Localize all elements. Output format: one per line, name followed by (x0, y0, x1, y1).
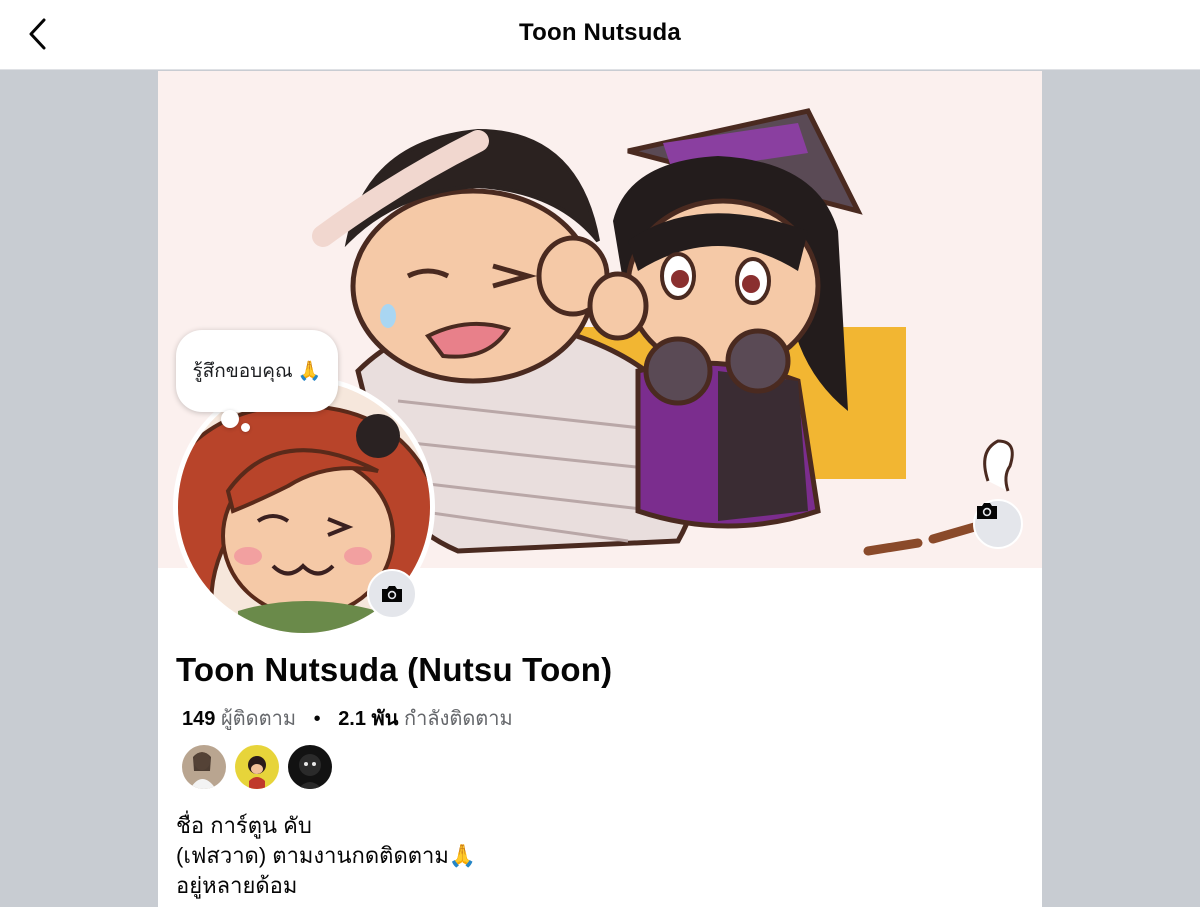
thought-bubble-dot (221, 410, 239, 428)
stats-separator: • (313, 708, 321, 730)
friend-avatar-3[interactable] (286, 743, 334, 791)
profile-name: Toon Nutsuda (Nutsu Toon) (176, 651, 613, 688)
top-navigation-bar: Toon Nutsuda (0, 0, 1200, 70)
following-label: กำลังติดตาม (403, 708, 513, 730)
cover-camera-button[interactable] (973, 499, 1023, 549)
page-title: Toon Nutsuda (519, 19, 681, 46)
thought-bubble-text: รู้สึกขอบคุณ 🙏 (192, 361, 322, 382)
bio-line: ชื่อ การ์ตูน คับ (176, 813, 312, 838)
thought-bubble-dot (241, 423, 250, 432)
bio-line: อยู่หลายด้อม (176, 873, 298, 898)
bio-line: (เฟสวาด) ตามงานกดติดตาม🙏 (176, 843, 477, 868)
following-count: 2.1 พัน (338, 708, 399, 730)
avatar-camera-button[interactable] (367, 569, 417, 619)
friend-avatar-2[interactable] (233, 743, 281, 791)
profile-page: รู้สึกขอบคุณ 🙏 Toon Nutsuda (Nutsu Toon)… (158, 71, 1042, 907)
profile-bio: ชื่อ การ์ตูน คับ (เฟสวาด) ตามงานกดติดตาม… (176, 811, 476, 901)
followers-count: 149 (182, 708, 216, 730)
camera-icon (382, 586, 402, 602)
mutual-friends-row (180, 743, 334, 791)
thought-bubble-status[interactable]: รู้สึกขอบคุณ 🙏 (176, 330, 338, 412)
followers-link[interactable]: 149 ผู้ติดตาม (182, 708, 302, 730)
follow-stats: 149 ผู้ติดตาม • 2.1 พัน กำลังติดตาม (182, 702, 513, 734)
following-link[interactable]: 2.1 พัน กำลังติดตาม (338, 708, 513, 730)
followers-label: ผู้ติดตาม (220, 708, 297, 730)
camera-icon (977, 503, 997, 519)
friend-avatar-1[interactable] (180, 743, 228, 791)
